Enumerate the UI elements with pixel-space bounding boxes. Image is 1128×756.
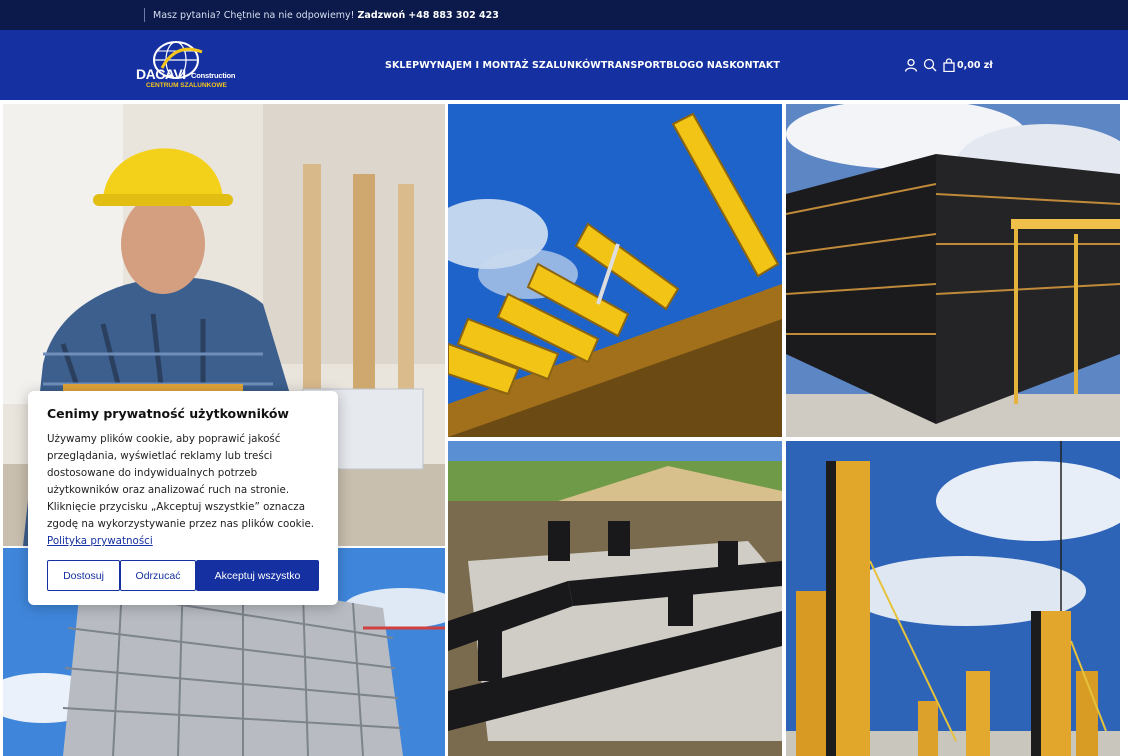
nav-item-blog[interactable]: BLOG (666, 60, 695, 71)
accept-all-button[interactable]: Akceptuj wszystko (196, 560, 319, 591)
nav-item-o-nas[interactable]: O NAS (695, 60, 729, 71)
gallery-tile-wall-formwork[interactable] (786, 104, 1120, 437)
user-icon[interactable] (903, 58, 918, 73)
header-icons (903, 30, 956, 100)
topbar-question: Masz pytania? Chętnie na nie odpowiemy! (153, 9, 355, 21)
columns-photo (786, 441, 1120, 756)
foundation-photo (448, 441, 782, 756)
top-bar: Masz pytania? Chętnie na nie odpowiemy! … (0, 0, 1128, 30)
nav-item-wynajem[interactable]: WYNAJEM I MONTAŻ SZALUNKÓW (419, 60, 601, 71)
cookie-buttons: Dostosuj Odrzucać Akceptuj wszystko (47, 560, 319, 591)
reject-button[interactable]: Odrzucać (120, 560, 196, 591)
topbar-phone-link[interactable]: +48 883 302 423 (408, 10, 499, 21)
cookie-body: Używamy plików cookie, aby poprawić jako… (47, 431, 327, 550)
main-nav: SKLEP WYNAJEM I MONTAŻ SZALUNKÓW TRANSPO… (385, 30, 780, 100)
gallery-tile-beams[interactable] (448, 104, 782, 437)
search-icon[interactable] (922, 58, 937, 73)
cookie-consent-dialog: Cenimy prywatność użytkowników Używamy p… (28, 391, 338, 605)
wall-formwork-photo (786, 104, 1120, 437)
nav-item-kontakt[interactable]: KONTAKT (729, 60, 780, 71)
topbar-call-label: Zadzwoń (357, 9, 406, 21)
cookie-title: Cenimy prywatność użytkowników (47, 406, 289, 421)
beams-photo (448, 104, 782, 437)
topbar-divider (144, 8, 145, 22)
logo-brand: DACAVI (136, 66, 186, 82)
gallery-tile-columns[interactable] (786, 441, 1120, 756)
logo-tagline: CENTRUM SZALUNKOWE (146, 82, 227, 89)
cookie-body-text: Używamy plików cookie, aby poprawić jako… (47, 433, 315, 530)
topbar-text: Masz pytania? Chętnie na nie odpowiemy! … (153, 10, 499, 21)
customize-button[interactable]: Dostosuj (47, 560, 120, 591)
privacy-policy-link[interactable]: Polityka prywatności (47, 535, 153, 547)
site-logo[interactable]: DACAVI Construction CENTRUM SZALUNKOWE (132, 38, 235, 94)
nav-item-sklep[interactable]: SKLEP (385, 60, 419, 71)
cart-total[interactable]: 0,00 zł (957, 30, 993, 100)
logo-brand-suffix: Construction (191, 71, 236, 80)
nav-item-transport[interactable]: TRANSPORT (601, 60, 666, 71)
cart-icon[interactable] (941, 58, 956, 73)
gallery-tile-foundation[interactable] (448, 441, 782, 756)
site-header: DACAVI Construction CENTRUM SZALUNKOWE S… (0, 30, 1128, 100)
